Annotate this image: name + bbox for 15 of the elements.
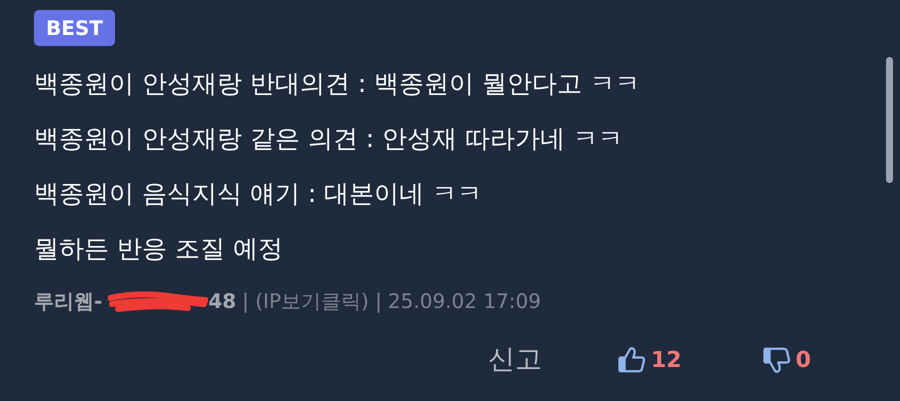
best-badge: BEST: [34, 10, 115, 46]
thumbs-down-icon: [762, 345, 792, 376]
thumbs-up-icon: [617, 345, 647, 376]
comment-line: 백종원이 안성재랑 반대의견 : 백종원이 뭘안다고 ㅋㅋ: [34, 68, 640, 100]
dislike-button[interactable]: 0: [762, 344, 811, 377]
like-button[interactable]: 12: [617, 344, 682, 377]
comment-date: 25.09.02 17:09: [388, 288, 541, 315]
comment-line: 뭘하든 반응 조질 예정: [34, 233, 284, 265]
ip-link[interactable]: | (IP보기클릭) |: [242, 286, 382, 316]
report-button[interactable]: 신고: [488, 340, 542, 380]
comment-line: 백종원이 음식지식 얘기 : 대본이네 ㅋㅋ: [34, 178, 484, 210]
comment-line: 백종원이 안성재랑 같은 의견 : 안성재 따라가네 ㅋㅋ: [34, 123, 624, 155]
scrollbar[interactable]: [886, 57, 893, 183]
author-name[interactable]: 루리웹-: [34, 286, 102, 316]
author-name[interactable]: 48: [208, 286, 236, 316]
